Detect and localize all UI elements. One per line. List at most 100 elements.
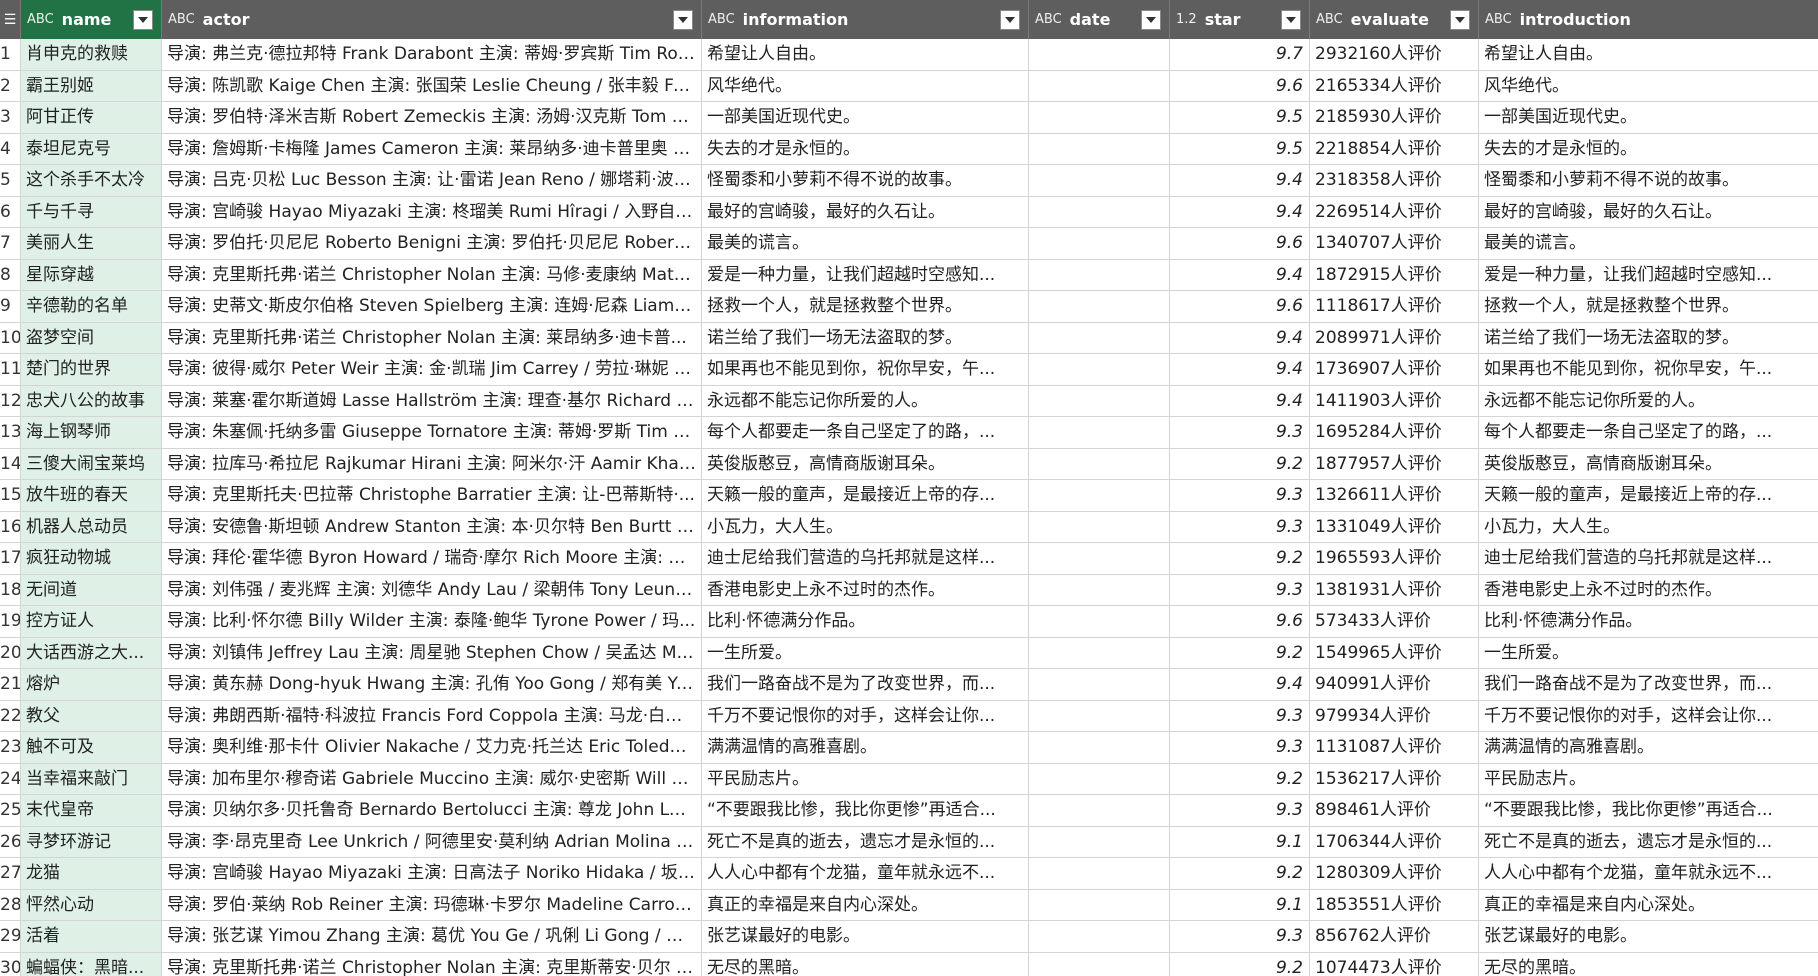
cell-actor[interactable]: 导演: 李·昂克里奇 Lee Unkrich / 阿德里安·莫利纳 Adrian…	[162, 826, 702, 858]
cell-introduction[interactable]: 失去的才是永恒的。	[1479, 134, 1818, 165]
cell-information[interactable]: 迪士尼给我们营造的乌托邦就是这样...	[702, 543, 1029, 575]
cell-name[interactable]: 泰坦尼克号	[21, 133, 162, 165]
cell-date[interactable]	[1029, 165, 1170, 197]
cell-name[interactable]: 星际穿越	[21, 259, 162, 291]
cell-name[interactable]: 三傻大闹宝莱坞	[21, 448, 162, 480]
cell-information[interactable]: 我们一路奋战不是为了改变世界，而...	[702, 669, 1029, 701]
cell-evaluate[interactable]: 573433人评价	[1310, 606, 1479, 638]
column-header-actor[interactable]: ABC actor	[162, 0, 702, 39]
cell-star[interactable]: 9.3	[1170, 480, 1310, 512]
table-row[interactable]: 11 楚门的世界 导演: 彼得·威尔 Peter Weir 主演: 金·凯瑞 Jim…	[0, 354, 1818, 386]
table-row[interactable]: 27 龙猫 导演: 宫崎骏 Hayao Miyazaki 主演: 日高法子 Nori…	[0, 858, 1818, 890]
cell-introduction[interactable]: 最好的宫崎骏，最好的久石让。	[1479, 197, 1818, 228]
cell-introduction[interactable]: 诺兰给了我们一场无法盗取的梦。	[1479, 323, 1818, 354]
cell-name[interactable]: 阿甘正传	[21, 102, 162, 134]
filter-dropdown-icon[interactable]	[1000, 9, 1020, 30]
cell-actor[interactable]: 导演: 吕克·贝松 Luc Besson 主演: 让·雷诺 Jean Reno …	[162, 165, 702, 197]
cell-star[interactable]: 9.4	[1170, 259, 1310, 291]
cell-date[interactable]	[1029, 826, 1170, 858]
cell-introduction[interactable]: 比利·怀德满分作品。	[1479, 606, 1818, 638]
cell-date[interactable]	[1029, 637, 1170, 669]
cell-actor[interactable]: 导演: 安德鲁·斯坦顿 Andrew Stanton 主演: 本·贝尔特 Ben…	[162, 511, 702, 543]
column-header-evaluate[interactable]: ABC evaluate	[1310, 0, 1479, 39]
cell-date[interactable]	[1029, 291, 1170, 323]
cell-information[interactable]: “不要跟我比惨，我比你更惨”再适合...	[702, 795, 1029, 827]
cell-star[interactable]: 9.6	[1170, 70, 1310, 102]
cell-name[interactable]: 美丽人生	[21, 228, 162, 260]
cell-actor[interactable]: 导演: 罗伯托·贝尼尼 Roberto Benigni 主演: 罗伯托·贝尼尼 …	[162, 228, 702, 260]
cell-name[interactable]: 活着	[21, 921, 162, 953]
cell-name[interactable]: 疯狂动物城	[21, 543, 162, 575]
cell-introduction[interactable]: 每个人都要走一条自己坚定了的路，...	[1479, 417, 1818, 449]
cell-date[interactable]	[1029, 480, 1170, 512]
cell-evaluate[interactable]: 1411903人评价	[1310, 385, 1479, 417]
cell-star[interactable]: 9.2	[1170, 952, 1310, 976]
cell-name[interactable]: 熔炉	[21, 669, 162, 701]
cell-information[interactable]: 永远都不能忘记你所爱的人。	[702, 385, 1029, 417]
filter-dropdown-icon[interactable]	[673, 9, 693, 30]
cell-actor[interactable]: 导演: 拉库马·希拉尼 Rajkumar Hirani 主演: 阿米尔·汗 Aa…	[162, 448, 702, 480]
cell-name[interactable]: 千与千寻	[21, 196, 162, 228]
table-row[interactable]: 1 肖申克的救赎 导演: 弗兰克·德拉邦特 Frank Darabont 主演: 蒂…	[0, 39, 1818, 71]
cell-date[interactable]	[1029, 354, 1170, 386]
cell-evaluate[interactable]: 979934人评价	[1310, 700, 1479, 732]
cell-introduction[interactable]: 我们一路奋战不是为了改变世界，而...	[1479, 669, 1818, 701]
cell-actor[interactable]: 导演: 黄东赫 Dong-hyuk Hwang 主演: 孔侑 Yoo Gong …	[162, 669, 702, 701]
cell-introduction[interactable]: 无尽的黑暗。	[1479, 953, 1818, 976]
cell-date[interactable]	[1029, 574, 1170, 606]
cell-actor[interactable]: 导演: 克里斯托夫·巴拉蒂 Christophe Barratier 主演: 让…	[162, 480, 702, 512]
cell-star[interactable]: 9.6	[1170, 291, 1310, 323]
cell-name[interactable]: 大话西游之大...	[21, 637, 162, 669]
cell-evaluate[interactable]: 1695284人评价	[1310, 417, 1479, 449]
cell-star[interactable]: 9.7	[1170, 39, 1310, 71]
cell-actor[interactable]: 导演: 加布里尔·穆奇诺 Gabriele Muccino 主演: 威尔·史密斯…	[162, 763, 702, 795]
cell-star[interactable]: 9.4	[1170, 165, 1310, 197]
cell-introduction[interactable]: 天籁一般的童声，是最接近上帝的存...	[1479, 480, 1818, 512]
cell-star[interactable]: 9.1	[1170, 826, 1310, 858]
table-row[interactable]: 10 盗梦空间 导演: 克里斯托弗·诺兰 Christopher Nolan 主演:…	[0, 322, 1818, 354]
cell-actor[interactable]: 导演: 克里斯托弗·诺兰 Christopher Nolan 主演: 莱昂纳多·…	[162, 322, 702, 354]
cell-introduction[interactable]: 最美的谎言。	[1479, 228, 1818, 260]
cell-name[interactable]: 教父	[21, 700, 162, 732]
cell-star[interactable]: 9.3	[1170, 511, 1310, 543]
table-row[interactable]: 5 这个杀手不太冷 导演: 吕克·贝松 Luc Besson 主演: 让·雷诺 Je…	[0, 165, 1818, 197]
cell-evaluate[interactable]: 856762人评价	[1310, 921, 1479, 953]
table-row[interactable]: 15 放牛班的春天 导演: 克里斯托夫·巴拉蒂 Christophe Barrati…	[0, 480, 1818, 512]
cell-star[interactable]: 9.6	[1170, 228, 1310, 260]
table-menu-icon[interactable]: ☰	[0, 0, 21, 39]
cell-star[interactable]: 9.4	[1170, 196, 1310, 228]
cell-information[interactable]: 英俊版憨豆，高情商版谢耳朵。	[702, 448, 1029, 480]
cell-date[interactable]	[1029, 259, 1170, 291]
cell-introduction[interactable]: 死亡不是真的逝去，遗忘才是永恒的...	[1479, 827, 1818, 858]
cell-information[interactable]: 希望让人自由。	[702, 39, 1029, 71]
cell-information[interactable]: 人人心中都有个龙猫，童年就永远不...	[702, 858, 1029, 890]
cell-evaluate[interactable]: 1736907人评价	[1310, 354, 1479, 386]
table-row[interactable]: 29 活着 导演: 张艺谋 Yimou Zhang 主演: 葛优 You Ge / …	[0, 921, 1818, 953]
cell-information[interactable]: 比利·怀德满分作品。	[702, 606, 1029, 638]
cell-star[interactable]: 9.1	[1170, 889, 1310, 921]
cell-introduction[interactable]: 平民励志片。	[1479, 764, 1818, 795]
cell-actor[interactable]: 导演: 詹姆斯·卡梅隆 James Cameron 主演: 莱昂纳多·迪卡普里奥…	[162, 133, 702, 165]
table-row[interactable]: 7 美丽人生 导演: 罗伯托·贝尼尼 Roberto Benigni 主演: 罗伯托…	[0, 228, 1818, 260]
cell-name[interactable]: 盗梦空间	[21, 322, 162, 354]
table-row[interactable]: 12 忠犬八公的故事 导演: 莱塞·霍尔斯道姆 Lasse Hallström 主演…	[0, 385, 1818, 417]
cell-date[interactable]	[1029, 70, 1170, 102]
cell-star[interactable]: 9.2	[1170, 448, 1310, 480]
table-row[interactable]: 22 教父 导演: 弗朗西斯·福特·科波拉 Francis Ford Coppola…	[0, 700, 1818, 732]
cell-date[interactable]	[1029, 39, 1170, 71]
cell-information[interactable]: 平民励志片。	[702, 763, 1029, 795]
cell-introduction[interactable]: 一部美国近现代史。	[1479, 102, 1818, 134]
cell-actor[interactable]: 导演: 罗伯特·泽米吉斯 Robert Zemeckis 主演: 汤姆·汉克斯 …	[162, 102, 702, 134]
cell-information[interactable]: 满满温情的高雅喜剧。	[702, 732, 1029, 764]
cell-introduction[interactable]: 怪蜀黍和小萝莉不得不说的故事。	[1479, 165, 1818, 197]
cell-star[interactable]: 9.3	[1170, 732, 1310, 764]
cell-evaluate[interactable]: 1331049人评价	[1310, 511, 1479, 543]
cell-introduction[interactable]: 爱是一种力量，让我们超越时空感知...	[1479, 260, 1818, 291]
cell-evaluate[interactable]: 1706344人评价	[1310, 826, 1479, 858]
table-row[interactable]: 9 辛德勒的名单 导演: 史蒂文·斯皮尔伯格 Steven Spielberg 主演…	[0, 291, 1818, 323]
table-row[interactable]: 28 怦然心动 导演: 罗伯·莱纳 Rob Reiner 主演: 玛德琳·卡罗尔 M…	[0, 889, 1818, 921]
table-row[interactable]: 19 控方证人 导演: 比利·怀尔德 Billy Wilder 主演: 泰隆·鲍华 …	[0, 606, 1818, 638]
cell-actor[interactable]: 导演: 彼得·威尔 Peter Weir 主演: 金·凯瑞 Jim Carrey…	[162, 354, 702, 386]
cell-date[interactable]	[1029, 669, 1170, 701]
cell-information[interactable]: 风华绝代。	[702, 70, 1029, 102]
